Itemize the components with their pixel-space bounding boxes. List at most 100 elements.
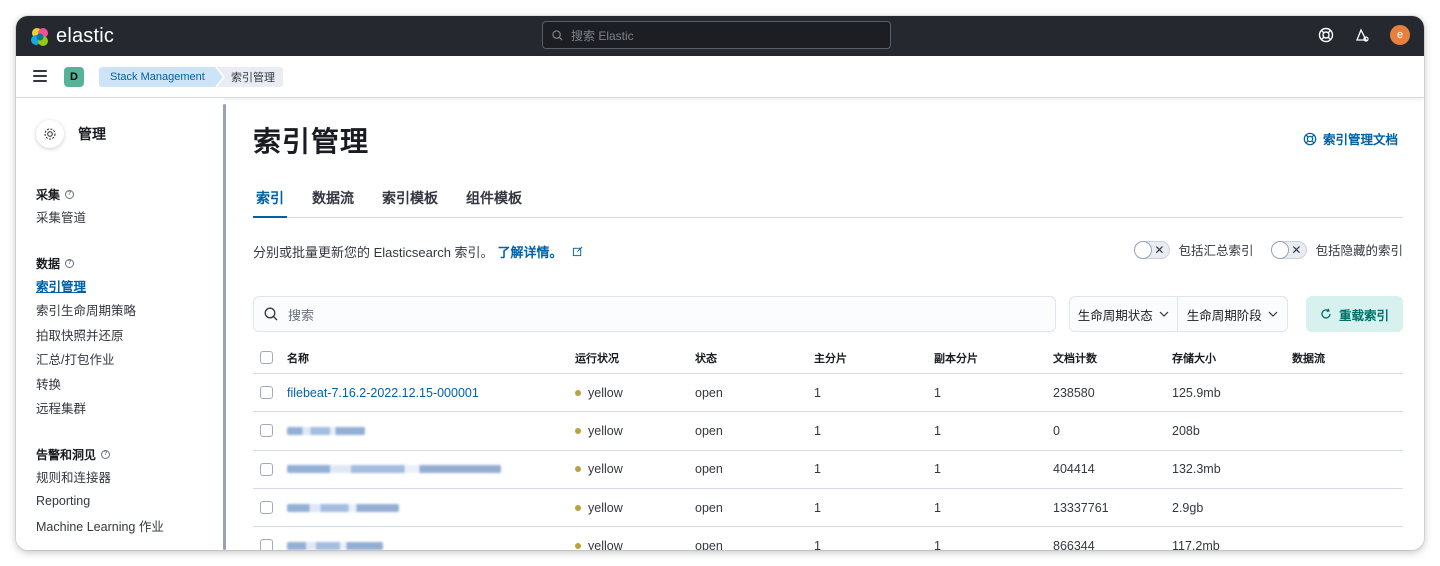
row-checkbox[interactable] bbox=[260, 501, 273, 515]
user-avatar[interactable]: e bbox=[1390, 25, 1410, 45]
index-name-link[interactable]: filebeat-7.16.2-2022.12.15-000001 bbox=[287, 386, 479, 400]
browser-window: elastic 搜索 Elastic e D Stack Management … bbox=[16, 16, 1424, 550]
elastic-logo[interactable]: elastic bbox=[30, 25, 114, 48]
health-dot bbox=[575, 542, 581, 549]
lifecycle-filters: 生命周期状态 生命周期阶段 bbox=[1069, 296, 1288, 332]
sidebar-item-index-management[interactable]: 索引管理 bbox=[36, 273, 136, 298]
sidebar-item-snapshot-restore[interactable]: 拍取快照并还原 bbox=[36, 322, 136, 347]
replicas-value: 1 bbox=[934, 423, 941, 438]
primary-value: 1 bbox=[814, 462, 821, 477]
info-icon[interactable]: ? bbox=[65, 189, 75, 199]
column-header-replicas[interactable]: 副本分片 bbox=[934, 350, 1053, 366]
replicas-value: 1 bbox=[934, 462, 941, 477]
row-checkbox[interactable] bbox=[260, 386, 273, 400]
sidebar-item-reporting[interactable]: Reporting bbox=[36, 489, 164, 514]
row-checkbox[interactable] bbox=[260, 462, 273, 476]
chevron-down-icon bbox=[1268, 311, 1278, 317]
primary-value: 1 bbox=[814, 500, 821, 515]
redacted-index-name[interactable] bbox=[287, 465, 501, 474]
table-row: yellow open 1 1 404414 132.3mb bbox=[253, 451, 1403, 489]
tab-indices[interactable]: 索引 bbox=[253, 184, 287, 218]
sidebar-group-title: 采集 bbox=[36, 187, 61, 202]
sidebar-header: 管理 bbox=[36, 120, 106, 148]
table-row: yellow open 1 1 866344 117.2mb bbox=[253, 527, 1403, 550]
include-hidden-toggle[interactable]: ✕ 包括隐藏的索引 bbox=[1271, 240, 1403, 259]
sidebar-item-ml-jobs[interactable]: Machine Learning 作业 bbox=[36, 513, 164, 538]
health-value: yellow bbox=[588, 423, 623, 438]
include-rollup-toggle[interactable]: ✕ 包括汇总索引 bbox=[1134, 240, 1253, 259]
help-icon[interactable] bbox=[1318, 27, 1334, 43]
health-dot bbox=[575, 427, 581, 434]
sidebar-item-rollup-jobs[interactable]: 汇总/打包作业 bbox=[36, 347, 136, 372]
index-search-input[interactable]: 搜索 bbox=[253, 296, 1056, 332]
cross-icon: ✕ bbox=[1154, 242, 1165, 257]
health-dot bbox=[575, 466, 581, 473]
primary-value: 1 bbox=[814, 538, 821, 550]
status-value: open bbox=[695, 385, 723, 400]
tab-data-streams[interactable]: 数据流 bbox=[309, 184, 357, 218]
docs-link[interactable]: 索引管理文档 bbox=[1303, 129, 1398, 148]
status-value: open bbox=[695, 538, 723, 550]
row-checkbox[interactable] bbox=[260, 539, 273, 550]
replicas-value: 1 bbox=[934, 538, 941, 550]
main-content: 索引管理 索引管理文档 索引 数据流 索引模板 组件模板 分别或批量更新您的 E… bbox=[230, 98, 1424, 550]
health-dot bbox=[575, 504, 581, 511]
sidebar-item-remote-clusters[interactable]: 远程集群 bbox=[36, 396, 136, 421]
search-icon bbox=[264, 307, 278, 321]
column-header-storage-size[interactable]: 存储大小 bbox=[1172, 350, 1292, 366]
sidebar-item-ingest-pipelines[interactable]: 采集管道 bbox=[36, 204, 86, 229]
sidebar-item-transforms[interactable]: 转换 bbox=[36, 371, 136, 396]
sidebar-scrollbar[interactable] bbox=[223, 104, 226, 550]
elastic-logo-icon bbox=[31, 27, 48, 46]
reload-label: 重载索引 bbox=[1338, 308, 1389, 323]
sidebar-item-ilm-policies[interactable]: 索引生命周期策略 bbox=[36, 298, 136, 323]
gear-icon bbox=[36, 120, 64, 148]
tab-component-templates[interactable]: 组件模板 bbox=[463, 184, 525, 218]
storage-size-value: 117.2mb bbox=[1172, 538, 1220, 550]
lifecycle-status-filter[interactable]: 生命周期状态 bbox=[1070, 297, 1178, 331]
rollup-switch[interactable]: ✕ bbox=[1134, 240, 1171, 259]
column-header-status[interactable]: 状态 bbox=[695, 350, 814, 366]
column-header-data-stream[interactable]: 数据流 bbox=[1292, 350, 1392, 366]
menu-icon[interactable] bbox=[33, 70, 47, 85]
column-header-primaries[interactable]: 主分片 bbox=[814, 350, 934, 366]
external-link-icon bbox=[572, 246, 582, 257]
toggle-group: ✕ 包括汇总索引 ✕ 包括隐藏的索引 bbox=[1134, 240, 1403, 259]
redacted-index-name[interactable] bbox=[287, 541, 383, 550]
table-row: filebeat-7.16.2-2022.12.15-000001 yellow… bbox=[253, 374, 1403, 413]
sidebar-group-ingest: 采集 ? 采集管道 bbox=[36, 184, 86, 229]
tab-bar: 索引 数据流 索引模板 组件模板 bbox=[253, 184, 1403, 218]
column-header-health[interactable]: 运行状况 bbox=[575, 350, 695, 366]
row-checkbox[interactable] bbox=[260, 424, 273, 438]
tab-index-templates[interactable]: 索引模板 bbox=[379, 184, 441, 218]
reload-indices-button[interactable]: 重载索引 bbox=[1306, 296, 1403, 332]
refresh-icon bbox=[1321, 308, 1331, 319]
indices-table: 名称 运行状况 状态 主分片 副本分片 文档计数 存储大小 数据流 filebe… bbox=[253, 342, 1403, 550]
management-sidebar: 管理 采集 ? 采集管道 数据 ? 索引管理 索引生命周期策略 拍取快照并还原 … bbox=[16, 98, 224, 550]
sidebar-group-title: 数据 bbox=[36, 256, 61, 271]
info-icon[interactable]: ? bbox=[101, 449, 111, 459]
breadcrumb-stack-management[interactable]: Stack Management bbox=[99, 67, 223, 87]
column-header-name[interactable]: 名称 bbox=[287, 350, 575, 366]
newsfeed-icon[interactable] bbox=[1354, 27, 1370, 43]
replicas-value: 1 bbox=[934, 385, 941, 400]
redacted-index-name[interactable] bbox=[287, 426, 365, 435]
top-header: elastic 搜索 Elastic e bbox=[16, 16, 1424, 56]
sidebar-group-alerts: 告警和洞见 ? 规则和连接器 Reporting Machine Learnin… bbox=[36, 444, 164, 538]
column-header-docs-count[interactable]: 文档计数 bbox=[1053, 350, 1172, 366]
space-avatar[interactable]: D bbox=[64, 67, 84, 87]
lifecycle-phase-filter[interactable]: 生命周期阶段 bbox=[1178, 297, 1288, 331]
redacted-index-name[interactable] bbox=[287, 503, 399, 512]
info-icon[interactable]: ? bbox=[65, 258, 75, 268]
page-title: 索引管理 bbox=[253, 126, 370, 157]
sidebar-item-rules-connectors[interactable]: 规则和连接器 bbox=[36, 464, 164, 489]
hidden-switch[interactable]: ✕ bbox=[1271, 240, 1308, 259]
storage-size-value: 208b bbox=[1172, 423, 1200, 438]
learn-more-link[interactable]: 了解详情。 bbox=[498, 242, 563, 261]
global-search-input[interactable]: 搜索 Elastic bbox=[542, 21, 891, 49]
include-rollup-label: 包括汇总索引 bbox=[1178, 244, 1254, 258]
primary-value: 1 bbox=[814, 385, 821, 400]
select-all-checkbox[interactable] bbox=[260, 351, 273, 364]
index-search-placeholder: 搜索 bbox=[288, 307, 315, 323]
lifecycle-status-label: 生命周期状态 bbox=[1077, 308, 1153, 323]
